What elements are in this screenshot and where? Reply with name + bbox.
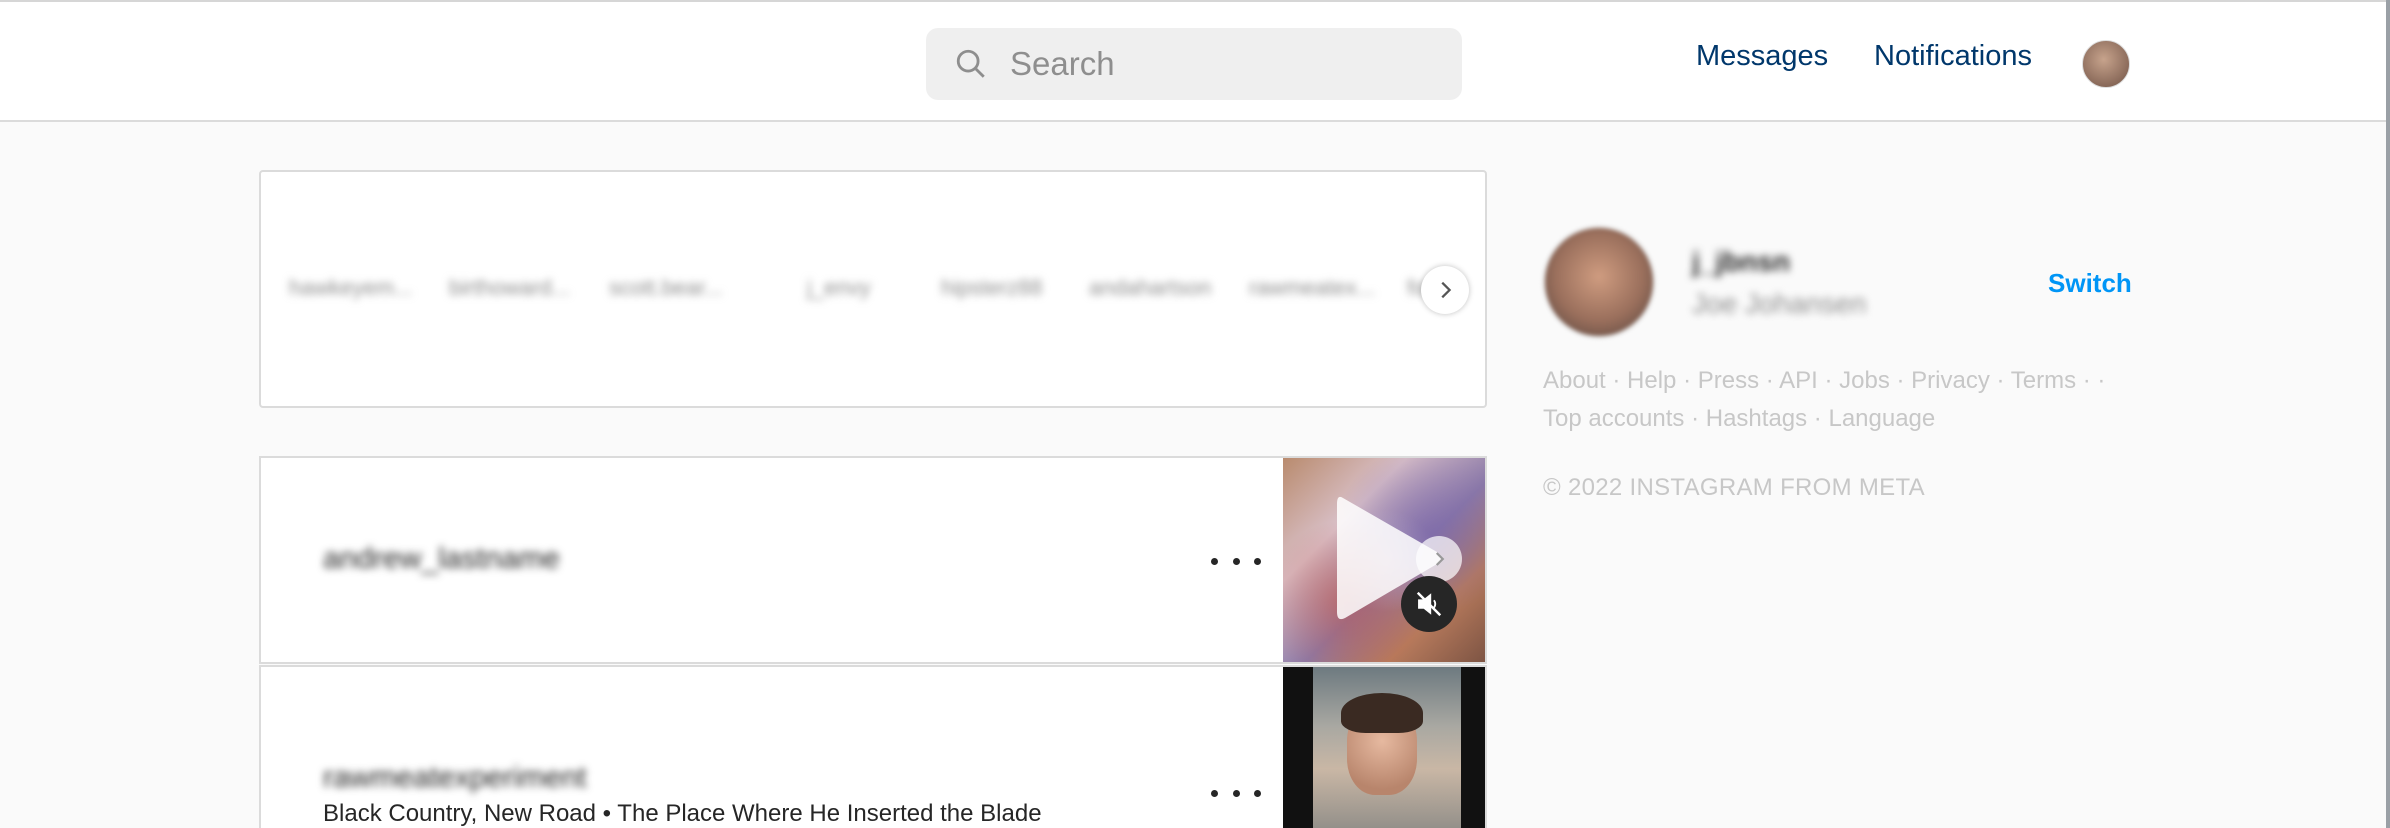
story-username[interactable]: hipsterz88 <box>941 275 1043 301</box>
stories-next-button[interactable] <box>1421 266 1469 314</box>
sidebar-avatar[interactable] <box>1543 226 1655 338</box>
post-video-thumbnail[interactable] <box>1283 458 1485 662</box>
more-options-button[interactable] <box>1211 783 1261 803</box>
stories-tray: hawkeyem... birthoward... scott.bear... … <box>259 170 1487 408</box>
story-username[interactable]: hawkeyem... <box>289 275 413 301</box>
footer-link-api[interactable]: API <box>1779 367 1818 394</box>
footer-link-language[interactable]: Language <box>1828 405 1935 432</box>
profile-avatar-button[interactable] <box>2082 40 2130 88</box>
search-box[interactable] <box>926 28 1462 100</box>
story-username[interactable]: rawmeatex... <box>1249 275 1375 301</box>
feed-post: rawmeatexperiment Black Country, New Roa… <box>259 665 1487 828</box>
footer-link-top-accounts[interactable]: Top accounts <box>1543 405 1684 432</box>
chevron-right-icon <box>1435 552 1445 566</box>
person-hair <box>1341 693 1423 733</box>
window-edge <box>2386 0 2390 828</box>
sidebar-username[interactable]: j_jbnsn <box>1692 246 1790 278</box>
notifications-link[interactable]: Notifications <box>1874 40 2032 73</box>
post-username[interactable]: rawmeatexperiment <box>323 761 586 795</box>
footer-link-jobs[interactable]: Jobs <box>1839 367 1890 394</box>
dot-icon <box>1232 557 1240 565</box>
post-username[interactable]: andrew_lastname <box>323 542 560 576</box>
dot-icon <box>1211 789 1218 797</box>
search-input[interactable] <box>1010 45 1450 83</box>
feed-post: andrew_lastname <box>259 456 1487 664</box>
footer-link-privacy[interactable]: Privacy <box>1911 367 1990 394</box>
dot-icon <box>1254 789 1261 797</box>
post-audio-track[interactable]: Black Country, New Road • The Place Wher… <box>323 800 1042 828</box>
speaker-muted-icon <box>1416 591 1442 617</box>
dot-icon <box>1254 557 1261 565</box>
footer-links: About · Help · Press · API · Jobs · Priv… <box>1543 367 2106 432</box>
switch-account-button[interactable]: Switch <box>2048 268 2132 299</box>
more-options-button[interactable] <box>1211 551 1261 571</box>
dot-icon <box>1211 557 1218 565</box>
footer-link-hashtags[interactable]: Hashtags <box>1706 405 1807 432</box>
footer-link-press[interactable]: Press <box>1698 367 1759 394</box>
story-username[interactable]: birthoward... <box>449 275 570 301</box>
post-video-thumbnail[interactable] <box>1283 667 1485 828</box>
messages-link[interactable]: Messages <box>1696 40 1828 73</box>
story-username[interactable]: andahartson <box>1089 275 1211 301</box>
footer-link-help[interactable]: Help <box>1627 367 1676 394</box>
sidebar-full-name: Joe Johansen <box>1692 288 1867 319</box>
top-navigation-bar: Messages Notifications <box>0 0 2386 122</box>
dot-icon <box>1232 789 1240 797</box>
story-username[interactable]: scott.bear... <box>609 275 723 301</box>
chevron-right-icon <box>1441 281 1452 299</box>
story-username[interactable]: j_envy <box>807 275 871 301</box>
copyright-text: © 2022 INSTAGRAM FROM META <box>1543 474 1925 501</box>
carousel-next-button[interactable] <box>1416 536 1462 582</box>
search-icon <box>956 49 985 78</box>
footer-link-terms[interactable]: Terms <box>2011 367 2076 394</box>
mute-button[interactable] <box>1401 576 1457 632</box>
footer-link-about[interactable]: About <box>1543 367 1606 394</box>
